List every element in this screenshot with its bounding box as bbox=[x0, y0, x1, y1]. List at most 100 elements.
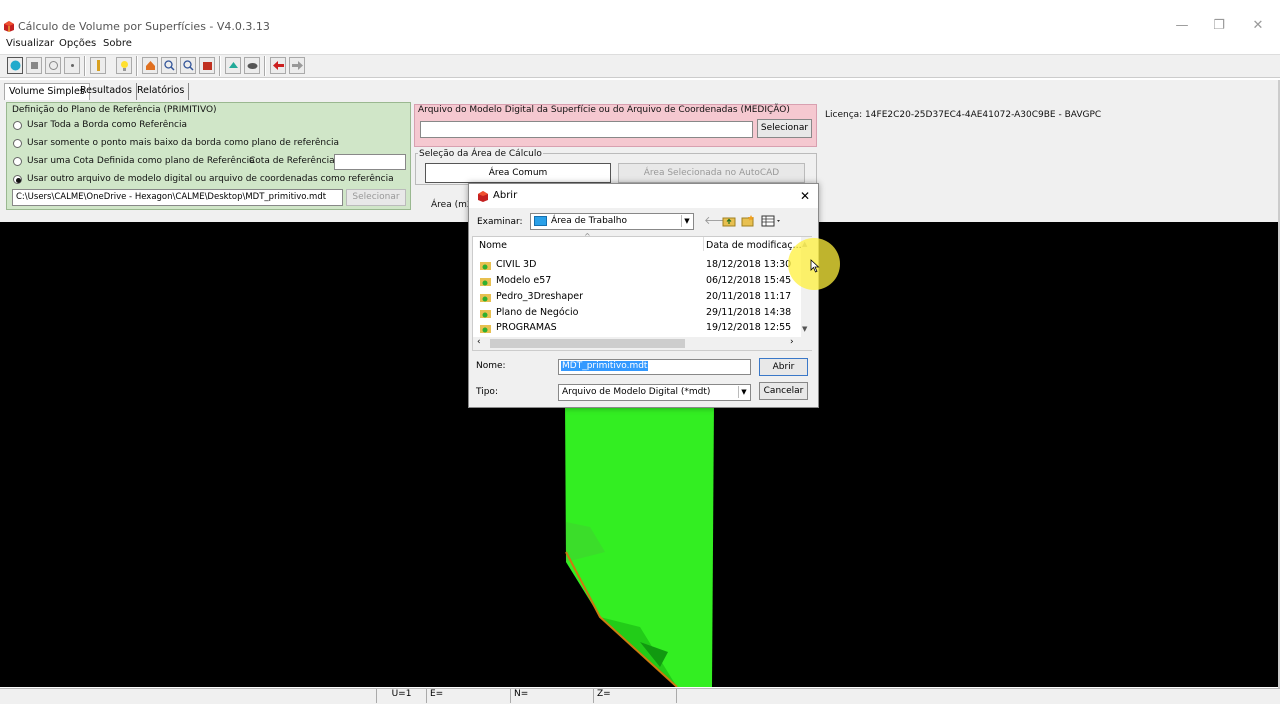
column-divider bbox=[703, 237, 704, 251]
primitivo-select-button[interactable]: Selecionar bbox=[346, 189, 406, 206]
view-side-icon bbox=[247, 63, 258, 69]
tipo-value: Arquivo de Modelo Digital (*mdt) bbox=[562, 387, 711, 397]
dialog-title-bar bbox=[469, 184, 818, 208]
close-button[interactable]: ✕ bbox=[1248, 16, 1268, 36]
toolbar-separator bbox=[84, 56, 86, 76]
tb-forward-button[interactable] bbox=[289, 57, 305, 74]
location-combo[interactable]: Área de Trabalho bbox=[530, 213, 694, 230]
primitivo-path-input[interactable]: C:\Users\CALME\OneDrive - Hexagon\CALME\… bbox=[12, 189, 343, 206]
dialog-app-icon bbox=[477, 190, 489, 202]
tipo-combo[interactable]: Arquivo de Modelo Digital (*mdt) bbox=[558, 384, 751, 401]
tb-view-side-button[interactable] bbox=[244, 57, 260, 74]
file-date: 18/12/2018 13:30 bbox=[706, 259, 792, 270]
restore-button[interactable]: ❐ bbox=[1209, 16, 1229, 36]
cube-icon bbox=[31, 62, 38, 69]
tb-cube-button[interactable] bbox=[26, 57, 42, 74]
file-date: 29/11/2018 14:38 bbox=[706, 307, 792, 318]
file-name: PROGRAMAS bbox=[496, 322, 557, 333]
cancel-button[interactable]: Cancelar bbox=[759, 382, 808, 400]
menu-visualizar[interactable]: Visualizar bbox=[6, 38, 54, 49]
status-z: Z= bbox=[593, 689, 677, 703]
status-u: U=1 bbox=[376, 689, 423, 703]
radio-toda-borda[interactable] bbox=[13, 121, 22, 130]
app-icon bbox=[3, 20, 15, 32]
area-autocad-button[interactable]: Área Selecionada no AutoCAD bbox=[618, 163, 805, 183]
folder-sync-icon bbox=[480, 325, 491, 333]
zoom-out-icon bbox=[183, 60, 194, 71]
minimize-button[interactable]: — bbox=[1172, 16, 1192, 36]
radio-ponto-baixo[interactable] bbox=[13, 139, 22, 148]
location-dropdown-arrow[interactable]: ▼ bbox=[681, 215, 692, 227]
tb-zoom-in-button[interactable] bbox=[161, 57, 177, 74]
mouse-cursor-icon bbox=[810, 259, 820, 273]
tb-grid-button[interactable] bbox=[45, 57, 61, 74]
medicao-select-button[interactable]: Selecionar bbox=[757, 119, 812, 138]
sort-chevron-icon: ^ bbox=[584, 232, 591, 241]
tb-point-button[interactable] bbox=[64, 57, 80, 74]
dialog-close-button[interactable]: ✕ bbox=[797, 188, 813, 204]
tb-view-top-button[interactable] bbox=[225, 57, 241, 74]
up-folder-icon[interactable] bbox=[722, 215, 736, 227]
tb-zoom-out-button[interactable] bbox=[180, 57, 196, 74]
tb-globe-button[interactable] bbox=[7, 57, 23, 74]
scroll-right-icon[interactable]: › bbox=[790, 337, 794, 347]
file-date: 06/12/2018 15:45 bbox=[706, 275, 792, 286]
file-name: CIVIL 3D bbox=[496, 259, 537, 270]
primitivo-legend: Definição do Plano de Referência (PRIMIT… bbox=[12, 105, 217, 115]
nome-value-selected: MDT_primitivo.mdt bbox=[561, 361, 649, 371]
new-folder-icon[interactable] bbox=[741, 215, 755, 227]
radio-cota-definida[interactable] bbox=[13, 157, 22, 166]
list-item[interactable]: CIVIL 3D bbox=[480, 259, 700, 273]
folder-sync-icon bbox=[480, 278, 491, 286]
globe-icon bbox=[10, 60, 21, 71]
area-label: Área (m2 bbox=[431, 200, 473, 210]
tab-relatorios[interactable]: Relatórios bbox=[133, 83, 190, 100]
label-toda-borda: Usar Toda a Borda como Referência bbox=[27, 120, 187, 130]
menu-opcoes[interactable]: Opções bbox=[59, 38, 96, 49]
open-button[interactable]: Abrir bbox=[759, 358, 808, 376]
scroll-left-icon[interactable]: ‹ bbox=[477, 337, 481, 347]
tipo-dropdown-arrow[interactable]: ▼ bbox=[738, 386, 749, 398]
arrow-left-icon bbox=[273, 61, 284, 70]
back-icon[interactable]: 🡐 bbox=[704, 214, 734, 228]
tb-light-button[interactable] bbox=[116, 57, 132, 74]
box-icon bbox=[203, 62, 212, 70]
file-name: Modelo e57 bbox=[496, 275, 552, 286]
file-date: 20/11/2018 11:17 bbox=[706, 291, 792, 302]
nome-input[interactable]: MDT_primitivo.mdt bbox=[558, 359, 751, 375]
view-menu-icon[interactable] bbox=[761, 215, 783, 227]
menu-sobre[interactable]: Sobre bbox=[103, 38, 132, 49]
status-e: E= bbox=[426, 689, 508, 703]
file-name: Plano de Negócio bbox=[496, 307, 579, 318]
folder-sync-icon bbox=[480, 294, 491, 302]
view-top-icon bbox=[229, 62, 238, 68]
area-comum-button[interactable]: Área Comum bbox=[425, 163, 611, 183]
horizontal-scroll-thumb[interactable] bbox=[490, 339, 685, 348]
arrow-right-icon bbox=[292, 61, 303, 70]
medicao-path-input[interactable] bbox=[420, 121, 753, 138]
tb-home-button[interactable] bbox=[142, 57, 158, 74]
tb-ruler-button[interactable] bbox=[90, 57, 106, 74]
grid-icon bbox=[49, 61, 58, 70]
desktop-icon bbox=[534, 216, 547, 226]
list-item[interactable]: Plano de Negócio bbox=[480, 307, 700, 321]
dialog-title: Abrir bbox=[493, 190, 518, 201]
radio-outro-arquivo[interactable] bbox=[13, 175, 22, 184]
column-date-header[interactable]: Data de modificaç... bbox=[706, 240, 802, 251]
folder-sync-icon bbox=[480, 310, 491, 318]
list-item[interactable]: Pedro_3Dreshaper bbox=[480, 291, 700, 305]
point-icon bbox=[71, 64, 74, 67]
lightbulb-icon bbox=[121, 61, 128, 71]
menu-bar bbox=[0, 37, 1280, 53]
area-calculo-legend: Seleção da Área de Cálculo bbox=[418, 149, 543, 159]
tb-back-button[interactable] bbox=[270, 57, 286, 74]
list-item[interactable]: PROGRAMAS bbox=[480, 322, 700, 336]
list-item[interactable]: Modelo e57 bbox=[480, 275, 700, 289]
scroll-down-icon[interactable]: ▼ bbox=[802, 325, 807, 333]
label-ponto-baixo: Usar somente o ponto mais baixo da borda… bbox=[27, 138, 340, 148]
tb-box-button[interactable] bbox=[199, 57, 215, 74]
tab-resultados[interactable]: Resultados bbox=[76, 83, 137, 100]
column-name-header[interactable]: Nome bbox=[479, 240, 507, 251]
license-text: Licença: 14FE2C20-25D37EC4-4AE41072-A30C… bbox=[825, 110, 1102, 120]
cota-referencia-input[interactable] bbox=[334, 154, 406, 170]
